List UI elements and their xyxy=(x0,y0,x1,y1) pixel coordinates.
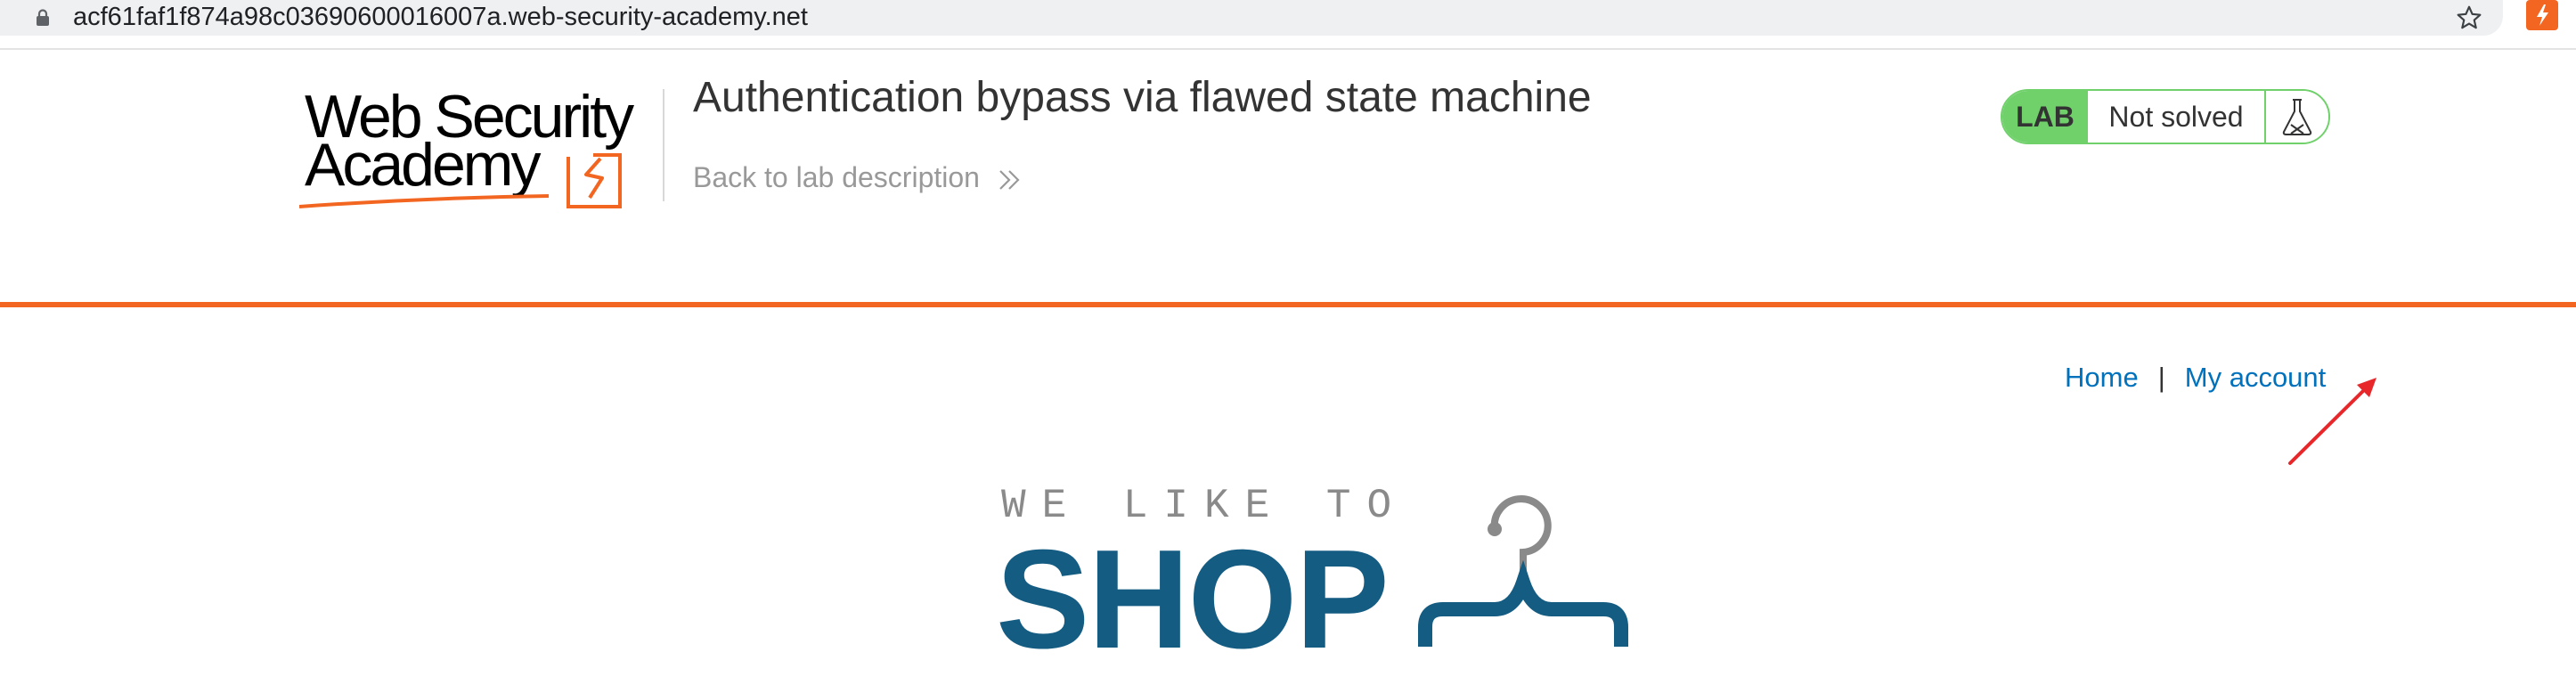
back-link-label: Back to lab description xyxy=(693,161,980,193)
double-chevron-right-icon xyxy=(999,169,1020,190)
nav-separator: | xyxy=(2157,362,2165,393)
lock-icon xyxy=(37,9,49,26)
burp-extension-icon[interactable] xyxy=(2526,0,2558,30)
url-text[interactable]: acf61faf1f874a98c03690600016007a.web-sec… xyxy=(73,2,808,32)
lab-title: Authentication bypass via flawed state m… xyxy=(693,74,1592,121)
lab-status-badge: LAB Not solved xyxy=(2001,89,2330,144)
header-orange-rule xyxy=(0,302,2576,307)
annotation-arrow xyxy=(2288,378,2376,465)
hanger-icon xyxy=(1418,495,1628,647)
lab-tag: LAB xyxy=(2002,91,2088,143)
nav-home-link[interactable]: Home xyxy=(2065,362,2139,393)
toolbar-divider xyxy=(0,48,2576,50)
back-to-lab-description-link[interactable]: Back to lab description xyxy=(693,159,1023,196)
star-icon[interactable] xyxy=(2455,4,2483,32)
lab-status-text: Not solved xyxy=(2088,91,2266,143)
logo-text-line2: Academy xyxy=(305,131,541,199)
logo-divider xyxy=(663,89,664,201)
address-bar[interactable]: acf61faf1f874a98c03690600016007a.web-sec… xyxy=(0,0,2503,36)
shop-brand-word: SHOP xyxy=(996,521,1390,678)
lightning-icon xyxy=(2537,4,2548,26)
flask-icon xyxy=(2266,91,2328,143)
web-security-academy-logo[interactable]: Web Security Academy xyxy=(299,86,656,216)
